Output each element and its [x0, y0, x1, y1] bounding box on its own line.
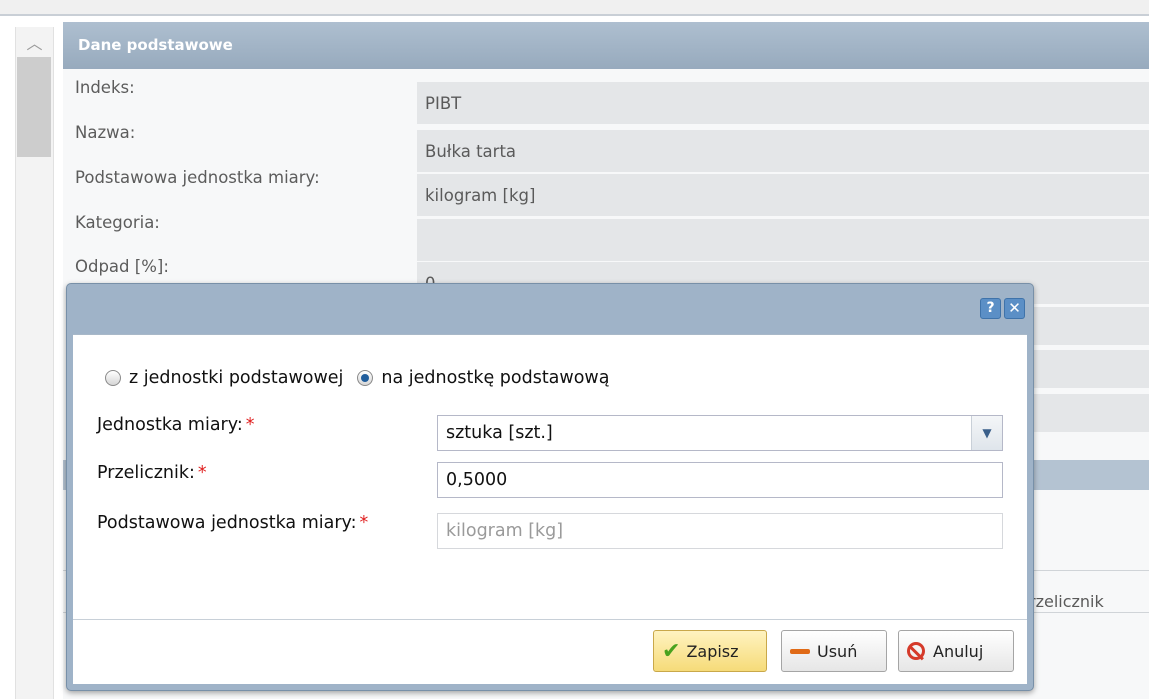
row-label: Nazwa: [75, 123, 136, 142]
cancel-button-label: Anuluj [933, 641, 984, 661]
row-value: PIBT [417, 82, 1149, 124]
base-unit-input[interactable]: kilogram [kg] [437, 513, 1003, 549]
row-label: Odpad [%]: [75, 257, 169, 276]
cancel-button[interactable]: Anuluj [898, 630, 1014, 672]
dialog-titlebar[interactable]: ? ✕ [67, 284, 1033, 334]
base-unit-field-label: Podstawowa jednostka miary: * [97, 513, 368, 533]
unit-combobox[interactable]: sztuka [szt.] ▼ [437, 415, 1003, 451]
unit-label-text: Jednostka miary: [97, 415, 243, 435]
vertical-scrollbar[interactable]: ︿ [15, 27, 54, 699]
required-mark: * [245, 415, 255, 435]
save-button[interactable]: ✔ Zapisz [653, 630, 767, 672]
checkmark-icon: ✔ [662, 638, 681, 664]
required-mark: * [197, 463, 207, 483]
top-strip [0, 0, 1149, 16]
column-header-ratio[interactable]: rzelicznik [1029, 592, 1104, 611]
unit-combobox-value: sztuka [szt.] [446, 423, 553, 443]
radio-to-base[interactable] [357, 370, 374, 386]
cancel-icon [907, 642, 925, 660]
required-mark: * [359, 513, 369, 533]
panel-title: Dane podstawowe [63, 22, 1149, 69]
base-unit-label-text: Podstawowa jednostka miary: [97, 513, 357, 533]
close-icon[interactable]: ✕ [1004, 298, 1025, 319]
dialog-body: z jednostki podstawowej na jednostkę pod… [73, 334, 1027, 619]
save-button-label: Zapisz [686, 641, 739, 661]
ratio-field-label: Przelicznik: * [97, 463, 207, 483]
minus-icon [790, 648, 810, 654]
ratio-label-text: Przelicznik: [97, 463, 195, 483]
unit-conversion-dialog: ? ✕ z jednostki podstawowej na jednostkę… [66, 283, 1034, 691]
dialog-footer: ✔ Zapisz Usuń Anuluj [73, 619, 1027, 684]
scroll-thumb[interactable] [17, 57, 51, 157]
radio-from-base-label[interactable]: z jednostki podstawowej [129, 368, 343, 388]
help-icon[interactable]: ? [980, 298, 1001, 319]
radio-to-base-label[interactable]: na jednostkę podstawową [381, 368, 609, 388]
ratio-input[interactable]: 0,5000 [437, 462, 1003, 498]
chevron-down-icon[interactable]: ▼ [971, 416, 1002, 450]
row-label: Kategoria: [75, 213, 160, 232]
radio-from-base[interactable] [105, 370, 121, 386]
direction-radio-group: z jednostki podstawowej na jednostkę pod… [105, 368, 623, 388]
scroll-up-icon[interactable]: ︿ [16, 27, 53, 57]
row-label: Podstawowa jednostka miary: [75, 168, 320, 187]
row-label: Indeks: [75, 78, 135, 97]
delete-button[interactable]: Usuń [781, 630, 887, 672]
unit-field-label: Jednostka miary: * [97, 415, 254, 435]
delete-button-label: Usuń [817, 641, 858, 661]
